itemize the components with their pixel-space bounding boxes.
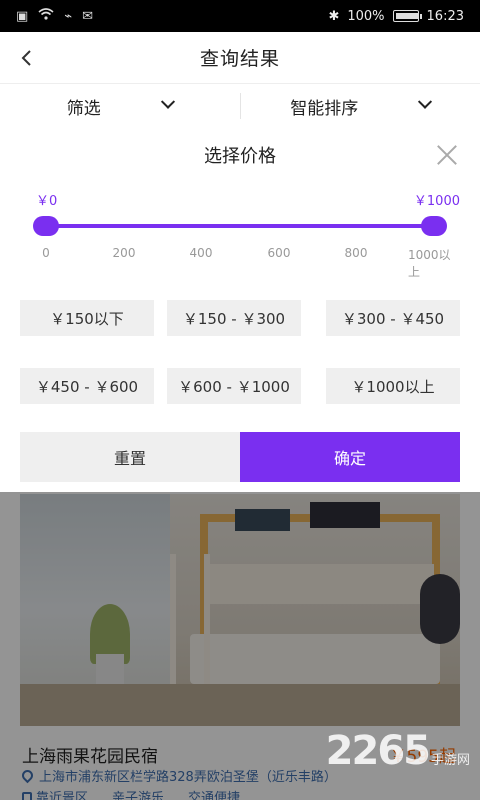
price-option-button[interactable]: ￥450 - ￥600 <box>20 368 154 404</box>
page-title: 查询结果 <box>199 48 280 70</box>
price-slider-track[interactable] <box>46 224 434 228</box>
slider-tick: 600 <box>267 246 291 260</box>
clock: 16:23 <box>426 8 464 24</box>
slider-tick: 400 <box>189 246 213 260</box>
price-option-button[interactable]: ￥300 - ￥450 <box>326 300 460 336</box>
notification-icon: ✉ <box>82 8 94 24</box>
reset-button[interactable]: 重置 <box>20 432 240 482</box>
slider-thumb-max[interactable] <box>421 216 447 236</box>
filter-row: 筛选 智能排序 <box>0 84 480 128</box>
price-option-button[interactable]: ￥600 - ￥1000 <box>167 368 301 404</box>
sort-dropdown[interactable]: 智能排序 <box>241 94 480 119</box>
sim-icon: ▣ <box>16 8 29 24</box>
battery-percent: 100% <box>347 8 385 24</box>
battery-icon <box>392 10 422 22</box>
filter-dropdown[interactable]: 筛选 <box>0 94 240 119</box>
watermark-logo: 2265 手游网 <box>326 728 470 774</box>
slider-tick: 200 <box>112 246 136 260</box>
price-option-button[interactable]: ￥150 - ￥300 <box>167 300 301 336</box>
wifi-icon <box>38 8 54 24</box>
usb-icon: ⌁ <box>64 8 73 24</box>
chevron-down-icon <box>160 94 175 109</box>
filter-label: 筛选 <box>66 98 101 119</box>
status-right: ✱ 100% 16:23 <box>328 9 464 24</box>
sort-label: 智能排序 <box>290 98 359 119</box>
battery-fill <box>395 13 418 19</box>
range-min-label: ￥0 <box>36 194 58 209</box>
status-bar: ▣ ⌁ ✉ ✱ 100% 16:23 <box>0 0 480 32</box>
slider-tick: 800 <box>344 246 368 260</box>
chevron-down-icon <box>418 94 433 109</box>
slider-tick: 0 <box>42 246 50 260</box>
price-option-button[interactable]: ￥150以下 <box>20 300 154 336</box>
watermark-number: 2265 <box>325 728 431 774</box>
panel-actions: 重置 确定 <box>20 432 460 482</box>
range-max-label: ￥1000 <box>413 194 460 209</box>
price-option-button[interactable]: ￥1000以上 <box>326 368 460 404</box>
status-left: ▣ ⌁ ✉ <box>16 8 93 24</box>
slider-tick: 1000以上 <box>408 248 451 279</box>
back-button[interactable] <box>12 42 40 74</box>
bluetooth-icon: ✱ <box>328 8 340 24</box>
price-filter-panel: 选择价格 ￥0 ￥1000 0 200 400 600 800 1000以上 ￥… <box>0 128 480 492</box>
slider-thumb-min[interactable] <box>33 216 59 236</box>
chevron-left-icon <box>21 50 31 66</box>
confirm-button[interactable]: 确定 <box>240 432 460 482</box>
panel-title: 选择价格 <box>204 146 276 167</box>
header-bar: 查询结果 <box>0 32 480 84</box>
watermark-text: 手游网 <box>430 753 470 768</box>
close-icon[interactable] <box>434 142 460 168</box>
